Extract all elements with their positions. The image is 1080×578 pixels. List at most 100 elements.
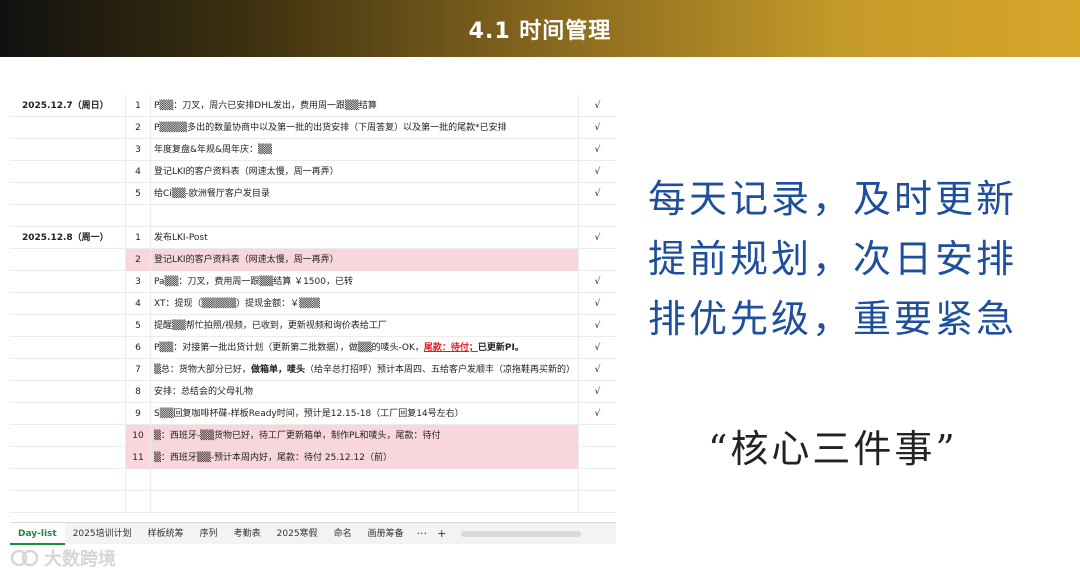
task-cell[interactable]: ▒：西班牙▒▒-预计本周内好，尾款：待付 25.12.12（前） [151,447,578,469]
table-row[interactable]: 10 ▒：西班牙-▒▒货物已好，待工厂更新箱单，制作PL和唛头，尾款：待付 [10,425,616,447]
index-cell[interactable]: 2 [125,249,151,271]
check-cell[interactable]: √ [578,381,616,403]
check-cell[interactable]: √ [578,117,616,139]
table-row[interactable] [10,205,616,227]
check-cell[interactable]: √ [578,315,616,337]
task-cell[interactable]: 提醒▒▒帮忙拍照/视频，已收到，更新视频和询价表给工厂 [151,315,578,337]
index-cell[interactable]: 11 [125,447,151,469]
date-cell[interactable] [10,337,125,359]
task-cell[interactable] [151,469,578,491]
check-cell[interactable]: √ [578,359,616,381]
more-tabs-button[interactable]: ··· [412,527,433,540]
table-row[interactable]: 2 P▒▒▒▒多出的数量协商中以及第一批的出货安排（下周答复）以及第一批的尾款*已… [10,117,616,139]
index-cell[interactable] [125,205,151,227]
date-cell[interactable] [10,183,125,205]
spreadsheet[interactable]: 2025.12.7（周日） 1 P▒▒：刀叉，周六已安排DHL发出，费用周一跟▒▒结… [10,95,616,515]
add-sheet-button[interactable]: + [432,527,451,540]
task-cell[interactable] [151,205,578,227]
index-cell[interactable]: 1 [125,227,151,249]
sheet-tab[interactable]: 序列 [192,523,226,545]
check-cell[interactable]: √ [578,403,616,425]
table-row[interactable]: 2025.12.7（周日） 1 P▒▒：刀叉，周六已安排DHL发出，费用周一跟▒▒结… [10,95,616,117]
table-row[interactable]: 2025.12.8（周一） 1 发布LKI-Post √ [10,227,616,249]
index-cell[interactable] [125,491,151,513]
index-cell[interactable]: 5 [125,183,151,205]
date-cell[interactable] [10,117,125,139]
check-cell[interactable]: √ [578,227,616,249]
table-row[interactable]: 6 P▒▒：对接第一批出货计划（更新第二批数据），做▒▒的唛头-OK，尾款：待付；… [10,337,616,359]
index-cell[interactable]: 3 [125,271,151,293]
check-cell[interactable]: √ [578,139,616,161]
task-cell[interactable] [151,491,578,513]
table-row[interactable]: 11 ▒：西班牙▒▒-预计本周内好，尾款：待付 25.12.12（前） [10,447,616,469]
table-row[interactable]: 4 登记LKI的客户资料表（网速太慢，周一再弄） √ [10,161,616,183]
index-cell[interactable]: 1 [125,95,151,117]
date-cell[interactable] [10,139,125,161]
table-row[interactable]: 9 S▒▒回复咖啡杯碟-样板Ready时间，预计是12.15-18（工厂回复14号… [10,403,616,425]
date-cell[interactable] [10,359,125,381]
check-cell[interactable]: √ [578,293,616,315]
index-cell[interactable]: 8 [125,381,151,403]
task-cell[interactable]: 发布LKI-Post [151,227,578,249]
check-cell[interactable] [578,491,616,513]
table-row[interactable]: 5 提醒▒▒帮忙拍照/视频，已收到，更新视频和询价表给工厂 √ [10,315,616,337]
date-cell[interactable] [10,161,125,183]
date-cell[interactable] [10,469,125,491]
table-row[interactable]: 3 Pa▒▒：刀叉，费用周一跟▒▒结算 ￥1500，已转 √ [10,271,616,293]
date-cell[interactable] [10,271,125,293]
check-cell[interactable] [578,249,616,271]
date-cell[interactable] [10,315,125,337]
task-cell[interactable]: 登记LKI的客户资料表（网速太慢，周一再弄） [151,161,578,183]
task-cell[interactable]: P▒▒▒▒多出的数量协商中以及第一批的出货安排（下周答复）以及第一批的尾款*已安… [151,117,578,139]
index-cell[interactable]: 7 [125,359,151,381]
date-cell[interactable] [10,425,125,447]
check-cell[interactable]: √ [578,183,616,205]
table-row[interactable]: 5 给Ci▒▒-欧洲餐厅客户发目录 √ [10,183,616,205]
index-cell[interactable]: 6 [125,337,151,359]
sheet-tab[interactable]: 样板统筹 [140,523,192,545]
sheet-tab[interactable]: Day-list [10,522,65,545]
index-cell[interactable]: 5 [125,315,151,337]
date-cell[interactable] [10,403,125,425]
table-row[interactable]: 7 ▒总：货物大部分已好，做箱单，唛头（给辛总打招呼）预计本周四、五给客户发顺丰（… [10,359,616,381]
date-cell[interactable]: 2025.12.7（周日） [10,95,125,117]
index-cell[interactable] [125,469,151,491]
date-cell[interactable] [10,293,125,315]
date-cell[interactable] [10,205,125,227]
index-cell[interactable]: 4 [125,293,151,315]
sheet-tab[interactable]: 画册筹备 [360,523,412,545]
index-cell[interactable]: 9 [125,403,151,425]
task-cell[interactable]: XT：提现（▒▒▒▒▒）提现金额：￥▒▒▒ [151,293,578,315]
check-cell[interactable]: √ [578,161,616,183]
sheet-tab[interactable]: 考勤表 [226,523,269,545]
sheet-tab[interactable]: 2025寒假 [269,523,326,545]
task-cell[interactable]: P▒▒：对接第一批出货计划（更新第二批数据），做▒▒的唛头-OK，尾款：待付；已… [151,337,578,359]
task-cell[interactable]: ▒总：货物大部分已好，做箱单，唛头（给辛总打招呼）预计本周四、五给客户发顺丰（凉… [151,359,578,381]
table-row[interactable]: 2 登记LKI的客户资料表（网速太慢，周一再弄） [10,249,616,271]
date-cell[interactable] [10,491,125,513]
check-cell[interactable]: √ [578,337,616,359]
horizontal-scrollbar[interactable] [461,530,582,537]
task-cell[interactable]: P▒▒：刀叉，周六已安排DHL发出，费用周一跟▒▒结算 [151,95,578,117]
check-cell[interactable] [578,469,616,491]
sheet-tab[interactable]: 命名 [326,523,360,545]
check-cell[interactable] [578,205,616,227]
index-cell[interactable]: 10 [125,425,151,447]
task-cell[interactable]: 登记LKI的客户资料表（网速太慢，周一再弄） [151,249,578,271]
task-cell[interactable]: Pa▒▒：刀叉，费用周一跟▒▒结算 ￥1500，已转 [151,271,578,293]
table-row[interactable] [10,469,616,491]
table-row[interactable]: 8 安排：总结会的父母礼物 √ [10,381,616,403]
check-cell[interactable]: √ [578,95,616,117]
date-cell[interactable] [10,249,125,271]
check-cell[interactable]: √ [578,271,616,293]
index-cell[interactable]: 3 [125,139,151,161]
task-cell[interactable]: S▒▒回复咖啡杯碟-样板Ready时间，预计是12.15-18（工厂回复14号左… [151,403,578,425]
date-cell[interactable] [10,381,125,403]
date-cell[interactable] [10,447,125,469]
table-row[interactable]: 3 年度复盘&年规&周年庆：▒▒ √ [10,139,616,161]
sheet-tab[interactable]: 2025培训计划 [65,523,140,545]
task-cell[interactable]: ▒：西班牙-▒▒货物已好，待工厂更新箱单，制作PL和唛头，尾款：待付 [151,425,578,447]
table-row[interactable]: 4 XT：提现（▒▒▒▒▒）提现金额：￥▒▒▒ √ [10,293,616,315]
check-cell[interactable] [578,425,616,447]
check-cell[interactable] [578,447,616,469]
